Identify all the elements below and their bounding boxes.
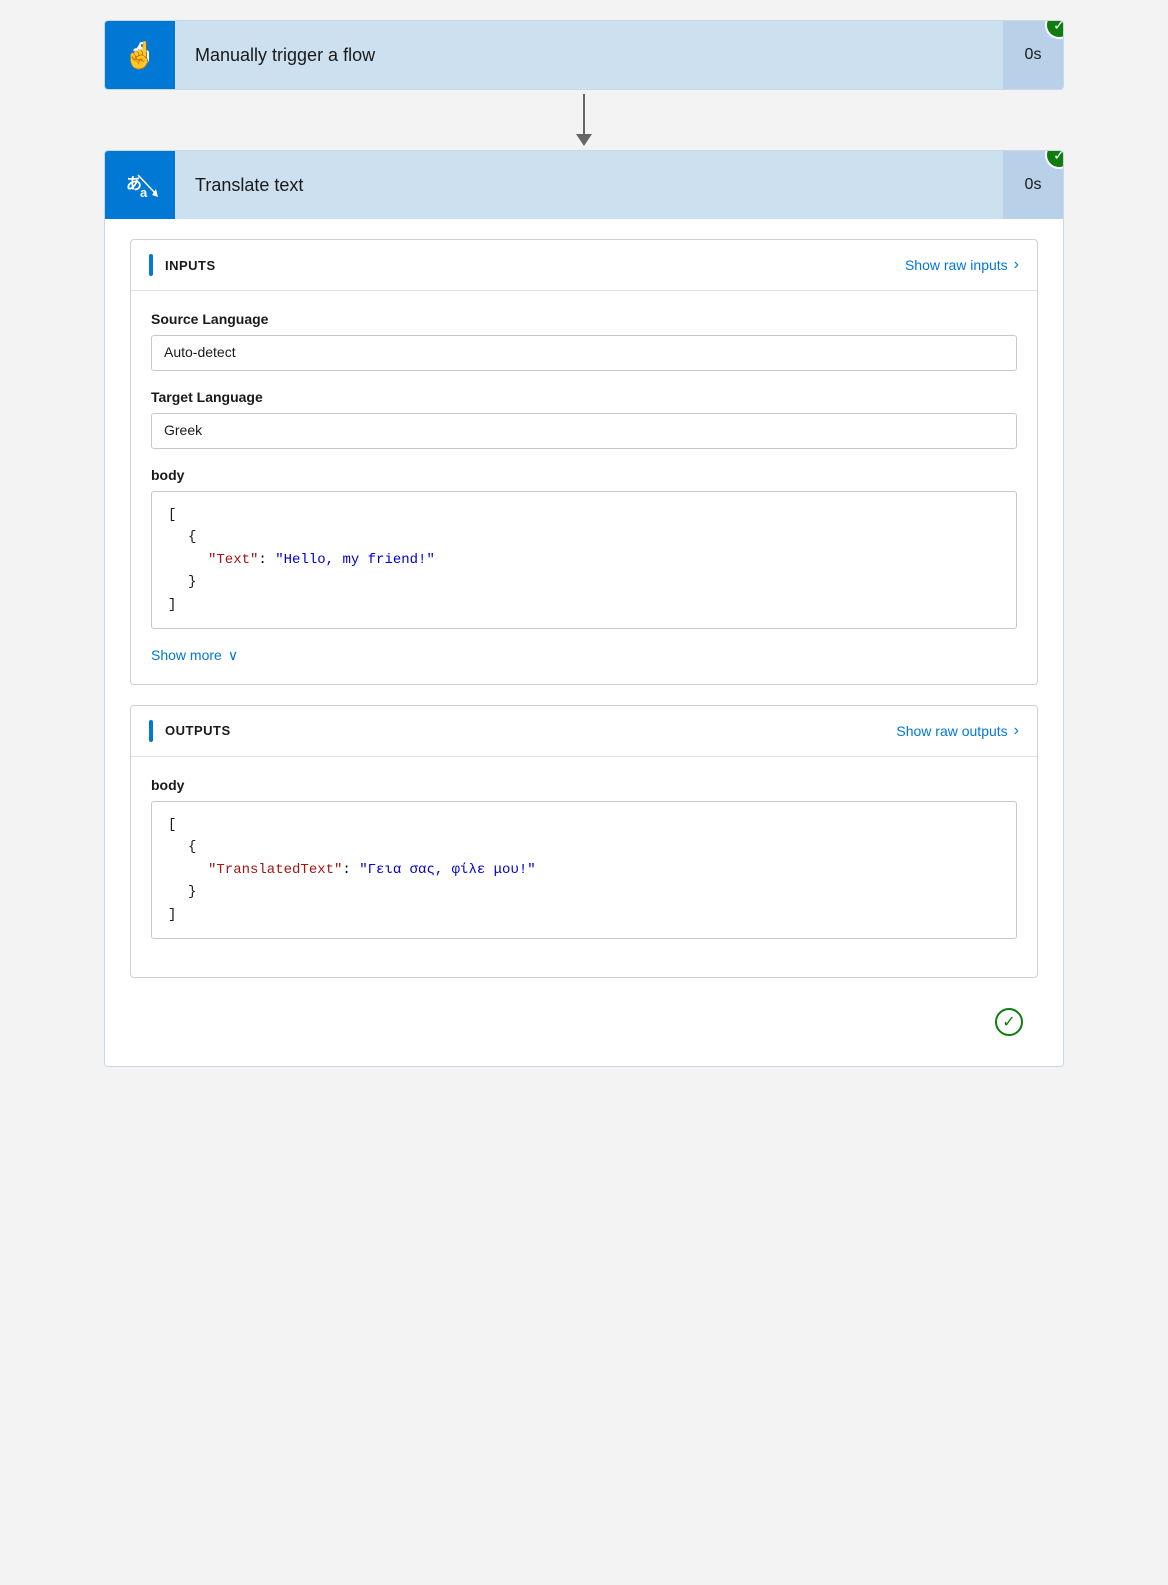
bottom-success-area: ✓ (130, 998, 1038, 1046)
step2-title: Translate text (175, 175, 1003, 196)
step2-card: あ a Translate text 0s ✓ INPUTS (104, 150, 1064, 1067)
step1-title: Manually trigger a flow (175, 45, 1003, 66)
inputs-code-text-line: "Text": "Hello, my friend!" (168, 549, 1000, 571)
bottom-success-icon: ✓ (995, 1008, 1023, 1036)
show-raw-outputs-label: Show raw outputs (896, 723, 1007, 739)
show-more-chevron: ∨ (228, 647, 238, 664)
show-raw-inputs-chevron: › (1014, 256, 1019, 274)
inputs-code-brace-close: } (168, 571, 1000, 593)
arrow-head-1 (576, 134, 592, 146)
inputs-section-content: Source Language Auto-detect Target Langu… (131, 291, 1037, 684)
step2-icon: あ a (105, 151, 175, 219)
show-raw-outputs-link[interactable]: Show raw outputs › (896, 722, 1019, 740)
arrow-line-1 (583, 94, 585, 134)
source-language-value: Auto-detect (151, 335, 1017, 371)
step1-header: ☝ Manually trigger a flow 0s (105, 21, 1063, 89)
show-raw-inputs-label: Show raw inputs (905, 257, 1008, 273)
outputs-code-value: "Γεια σας, φίλε μου!" (359, 862, 535, 878)
outputs-code-brace-close: } (168, 881, 1000, 903)
inputs-code-colon: : (258, 552, 275, 568)
inputs-section-bar (149, 254, 153, 276)
outputs-body-code: [ { "TranslatedText": "Γεια σας, φίλε μο… (151, 801, 1017, 939)
inputs-section-header: INPUTS Show raw inputs › (131, 240, 1037, 291)
svg-text:あ: あ (126, 175, 141, 193)
source-language-group: Source Language Auto-detect (151, 311, 1017, 371)
target-language-group: Target Language Greek (151, 389, 1017, 449)
inputs-section: INPUTS Show raw inputs › Source Language… (130, 239, 1038, 685)
inputs-section-title: INPUTS (165, 258, 216, 273)
step1-card: ☝ Manually trigger a flow 0s ✓ (104, 20, 1064, 90)
target-language-label: Target Language (151, 389, 1017, 405)
outputs-code-key: "TranslatedText" (208, 862, 342, 878)
show-raw-inputs-link[interactable]: Show raw inputs › (905, 256, 1019, 274)
inputs-code-key: "Text" (208, 552, 258, 568)
step1-icon: ☝ (105, 21, 175, 89)
outputs-section: OUTPUTS Show raw outputs › body [ { (130, 705, 1038, 978)
outputs-section-header: OUTPUTS Show raw outputs › (131, 706, 1037, 757)
outputs-body-group: body [ { "TranslatedText": "Γεια σας, φί… (151, 777, 1017, 939)
step2-body: INPUTS Show raw inputs › Source Language… (105, 219, 1063, 1066)
step2-header: あ a Translate text 0s (105, 151, 1063, 219)
inputs-body-code: [ { "Text": "Hello, my friend!" } ] (151, 491, 1017, 629)
inputs-code-brace-open: { (168, 526, 1000, 548)
inputs-code-bracket2: ] (168, 597, 176, 613)
outputs-code-colon: : (342, 862, 359, 878)
outputs-body-label: body (151, 777, 1017, 793)
outputs-section-content: body [ { "TranslatedText": "Γεια σας, φί… (131, 757, 1037, 977)
translate-icon-inner: あ a (105, 151, 175, 219)
outputs-code-bracket1: [ (168, 817, 176, 833)
inputs-code-bracket1: [ (168, 507, 176, 523)
inputs-body-group: body [ { "Text": "Hello, my friend!" } ] (151, 467, 1017, 629)
show-more-link[interactable]: Show more ∨ (151, 647, 1017, 664)
flow-container: ☝ Manually trigger a flow 0s ✓ あ a (104, 20, 1064, 1067)
outputs-code-text-line: "TranslatedText": "Γεια σας, φίλε μου!" (168, 859, 1000, 881)
inputs-code-value: "Hello, my friend!" (275, 552, 435, 568)
outputs-code-brace-open: { (168, 836, 1000, 858)
arrow-connector-1 (576, 90, 592, 150)
source-language-label: Source Language (151, 311, 1017, 327)
show-more-label: Show more (151, 647, 222, 663)
inputs-title-bar: INPUTS (149, 254, 216, 276)
outputs-title-bar: OUTPUTS (149, 720, 231, 742)
show-raw-outputs-chevron: › (1014, 722, 1019, 740)
inputs-body-label: body (151, 467, 1017, 483)
target-language-value: Greek (151, 413, 1017, 449)
outputs-code-bracket2: ] (168, 907, 176, 923)
outputs-section-title: OUTPUTS (165, 723, 231, 738)
outputs-section-bar (149, 720, 153, 742)
